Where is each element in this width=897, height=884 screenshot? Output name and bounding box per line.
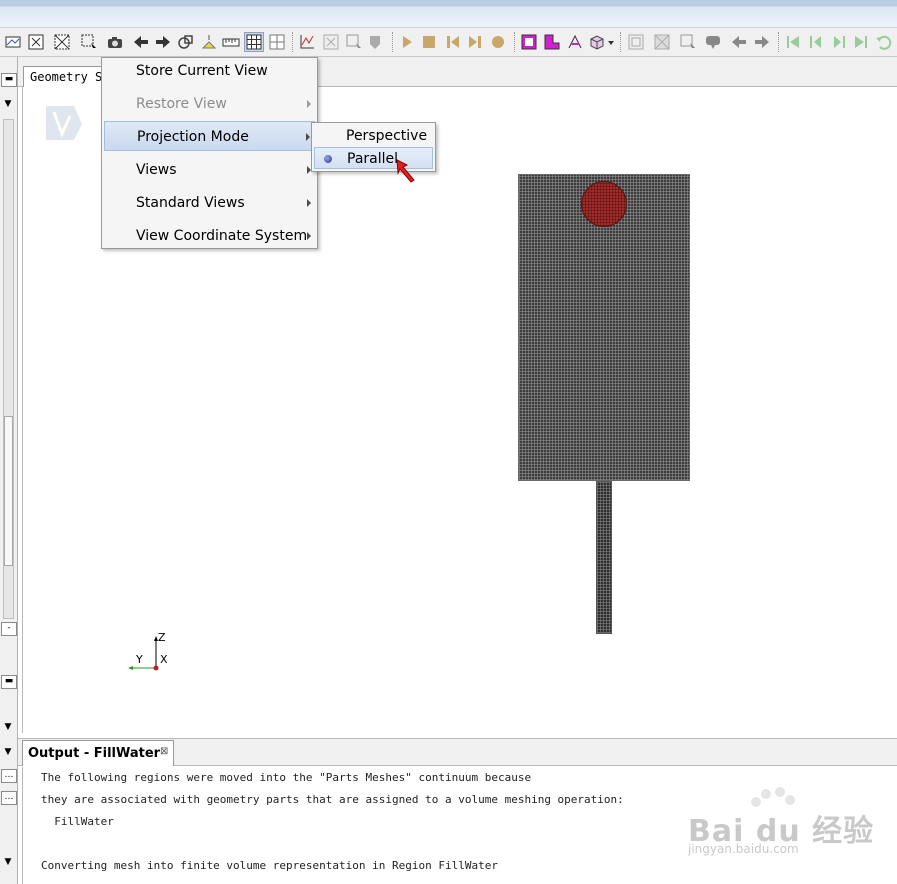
record-icon[interactable] — [489, 33, 507, 51]
pointer-arrow-icon — [396, 159, 415, 183]
output-line: Converting mesh into finite volume repre… — [41, 859, 498, 872]
dropdown-arrow-icon[interactable]: ▼ — [1, 99, 15, 111]
scrollbar-track[interactable] — [3, 119, 14, 619]
first-frame-icon[interactable] — [784, 33, 802, 51]
submenu-arrow-icon — [307, 199, 311, 207]
toolbar-separator — [514, 32, 515, 52]
menu-item-label: Store Current View — [136, 63, 268, 79]
cube-menu-icon[interactable] — [588, 33, 606, 51]
menu-item-label: Standard Views — [136, 195, 245, 211]
ruler-icon[interactable] — [222, 33, 240, 51]
menu-item-label: View Coordinate System — [136, 228, 308, 244]
watermark-url: jingyan.baidu.com — [688, 842, 799, 856]
pick-disabled-icon[interactable] — [367, 33, 385, 51]
output-line: The following regions were moved into th… — [41, 771, 532, 784]
z-axis-label: Z — [158, 631, 166, 644]
x-axis-label: X — [160, 653, 168, 666]
menu-item-perspective[interactable]: Perspective — [314, 125, 433, 147]
window-title-strip — [0, 0, 897, 28]
toolbar-separator — [620, 32, 621, 52]
step-back-icon[interactable] — [444, 33, 462, 51]
mesh-circle-region[interactable] — [581, 181, 627, 227]
minimize-button[interactable]: ▬ — [1, 675, 17, 689]
dropdown-arrow-icon[interactable]: ▼ — [1, 747, 15, 759]
minimize-button[interactable]: ▬ — [1, 73, 17, 87]
undo-icon[interactable] — [875, 33, 893, 51]
select-disabled-icon[interactable] — [345, 33, 363, 51]
zoom-box-icon[interactable] — [53, 33, 71, 51]
tab-geometry-scene[interactable]: Geometry S — [23, 66, 109, 88]
view-context-menu: Store Current View Restore View Projecti… — [101, 57, 318, 249]
back-gray-icon[interactable] — [730, 33, 748, 51]
step-forward-icon[interactable] — [466, 33, 484, 51]
stop-icon[interactable] — [420, 33, 438, 51]
shapes-icon[interactable] — [177, 33, 195, 51]
forward-arrow-icon[interactable] — [154, 33, 172, 51]
main-toolbar — [0, 28, 897, 57]
plot-axes-icon[interactable] — [298, 33, 316, 51]
watermark-logo-icon — [46, 106, 82, 140]
submenu-arrow-icon — [307, 100, 311, 108]
region-select-icon[interactable] — [520, 33, 538, 51]
tab-output[interactable]: Output - FillWater — [22, 740, 174, 766]
menu-item-label: Perspective — [346, 128, 428, 144]
dropdown-arrow-icon[interactable] — [607, 33, 615, 51]
menu-item-projection-mode[interactable]: Projection Mode — [104, 121, 315, 151]
radio-selected-icon — [324, 155, 332, 163]
output-line: they are associated with geometry parts … — [41, 793, 624, 806]
menu-item-view-coordinate-system[interactable]: View Coordinate System — [104, 221, 315, 251]
ellipsis-button[interactable]: … — [1, 791, 17, 805]
zoom-disabled-icon[interactable] — [653, 33, 671, 51]
grid-toggle-icon[interactable] — [244, 32, 264, 52]
toolbar-separator — [292, 32, 293, 52]
menu-item-label: Restore View — [136, 96, 227, 112]
ellipsis-button[interactable]: … — [1, 769, 17, 783]
fit-view-icon[interactable] — [27, 33, 45, 51]
menu-item-label: Projection Mode — [137, 129, 249, 145]
fit-disabled-icon[interactable] — [322, 33, 340, 51]
fit-all-icon[interactable] — [627, 33, 645, 51]
boundary-select-icon[interactable] — [543, 33, 561, 51]
part-select-icon[interactable] — [566, 33, 584, 51]
close-tab-icon[interactable]: ⊠ — [160, 747, 170, 757]
mesh-outlet-pipe[interactable] — [596, 481, 612, 634]
submenu-arrow-icon — [307, 232, 311, 240]
select-rect-icon[interactable] — [679, 33, 697, 51]
dropdown-arrow-icon[interactable]: ▼ — [1, 857, 15, 869]
grid-small-icon[interactable] — [268, 33, 286, 51]
scrollbar-thumb[interactable] — [4, 416, 13, 566]
menu-item-store-current-view[interactable]: Store Current View — [104, 56, 315, 86]
toolbar-separator — [778, 32, 779, 52]
dropdown-arrow-icon[interactable]: ▼ — [1, 722, 15, 734]
picker-icon[interactable] — [704, 33, 722, 51]
menu-item-views[interactable]: Views — [104, 155, 315, 185]
axis-triad: Z Y X — [124, 628, 174, 674]
output-line: FillWater — [41, 815, 114, 828]
scene-display-icon[interactable] — [4, 33, 22, 51]
menu-item-restore-view: Restore View — [104, 89, 315, 119]
forward-gray-icon[interactable] — [753, 33, 771, 51]
prev-frame-icon[interactable] — [807, 33, 825, 51]
back-arrow-icon[interactable] — [132, 33, 150, 51]
triad-axes-icon — [128, 636, 159, 671]
select-box-icon[interactable] — [80, 33, 98, 51]
submenu-arrow-icon — [306, 133, 310, 141]
menu-item-label: Views — [136, 162, 177, 178]
next-frame-icon[interactable] — [830, 33, 848, 51]
menu-item-label: Parallel — [347, 151, 399, 167]
camera-icon[interactable] — [106, 33, 124, 51]
y-axis-label: Y — [136, 653, 143, 666]
scroll-button[interactable]: - — [1, 622, 17, 636]
left-side-panel: ▬ ▼ - ▬ ▼ ▼ … … ▼ — [0, 57, 18, 884]
toolbar-separator — [392, 32, 393, 52]
menu-item-standard-views[interactable]: Standard Views — [104, 188, 315, 218]
play-icon[interactable] — [398, 33, 416, 51]
last-frame-icon[interactable] — [852, 33, 870, 51]
light-icon[interactable] — [200, 33, 218, 51]
